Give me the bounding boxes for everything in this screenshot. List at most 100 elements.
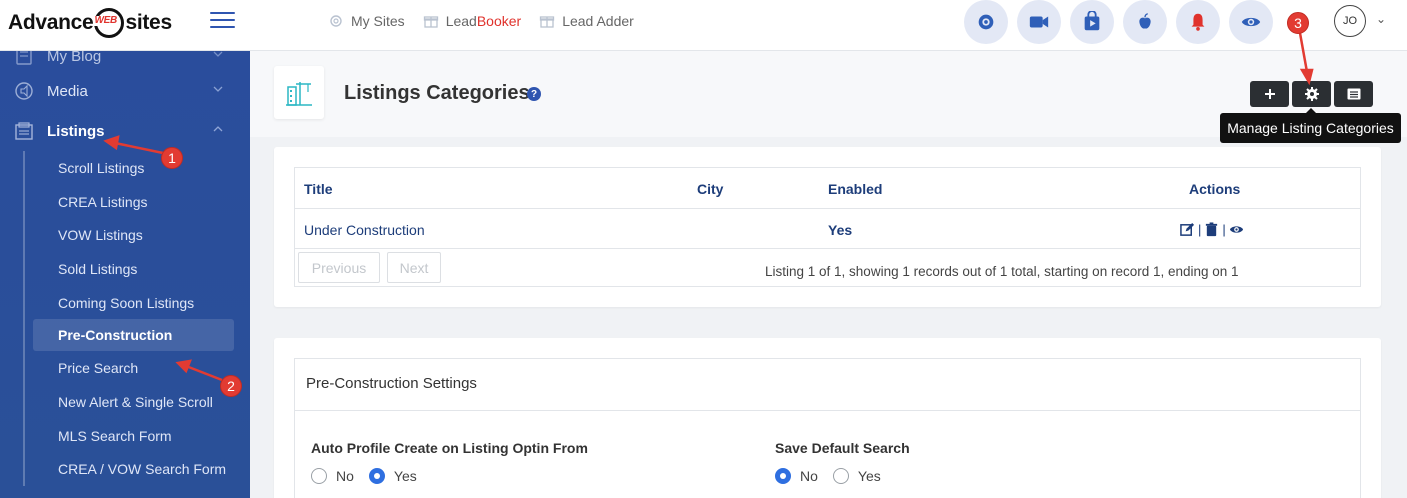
annotation-badge-1: 1 <box>161 147 183 169</box>
chevron-down-icon[interactable]: ⌄ <box>1376 12 1386 26</box>
leadbooker-label-b: Booker <box>476 13 522 29</box>
chevron-down-icon <box>213 86 223 92</box>
radio-label: No <box>800 468 818 484</box>
play-store-button[interactable] <box>1070 0 1114 44</box>
chevron-down-icon <box>213 51 223 57</box>
apple-icon <box>1139 13 1151 29</box>
notifications-button[interactable] <box>1176 0 1220 44</box>
page-header: Listings Categories ? Manage Listing Cat… <box>250 51 1407 143</box>
annotation-badge-3: 3 <box>1287 12 1309 34</box>
apple-button[interactable] <box>1123 0 1167 44</box>
sidebar-subitem-vow-listings[interactable]: VOW Listings <box>0 218 250 252</box>
separator: | <box>1198 222 1202 237</box>
sidebar-item-media[interactable]: Media <box>0 71 250 111</box>
column-header-actions: Actions <box>1189 181 1241 197</box>
gear-icon <box>330 15 342 27</box>
sidebar-item-my-blog[interactable]: My Blog <box>0 51 250 71</box>
help-icon[interactable]: ? <box>527 87 541 101</box>
eye-icon <box>1241 17 1261 27</box>
my-sites-label: My Sites <box>351 13 405 29</box>
sidebar-item-label: Listings <box>47 122 105 140</box>
sidebar-subitem-crea-vow-search-form[interactable]: CREA / VOW Search Form <box>0 453 250 487</box>
auto-profile-yes[interactable]: Yes <box>368 468 417 484</box>
gear-icon <box>1304 87 1319 101</box>
save-default-search-radio-group: No Yes <box>775 468 896 484</box>
radio-button[interactable] <box>832 468 849 484</box>
sidebar-subitem-scroll-listings[interactable]: Scroll Listings <box>0 151 250 185</box>
preview-button[interactable] <box>1229 0 1273 44</box>
sidebar-subitem-price-search[interactable]: Price Search <box>0 351 250 385</box>
my-sites-link[interactable]: My Sites <box>328 13 405 29</box>
sidebar-subitem-new-alert[interactable]: New Alert & Single Scroll <box>0 385 250 419</box>
sidebar: My Blog Media Listings Scroll Listings C… <box>0 51 250 498</box>
sidebar-subitem-sold-listings[interactable]: Sold Listings <box>0 252 250 286</box>
row-enabled: Yes <box>828 222 853 238</box>
list-icon <box>1347 88 1360 100</box>
leadbooker-link[interactable]: LeadBooker <box>423 13 522 29</box>
manage-categories-button[interactable] <box>1292 81 1331 107</box>
video-camera-icon <box>1029 16 1049 28</box>
settings-gear-icon <box>978 14 994 30</box>
previous-button[interactable]: Previous <box>298 252 380 283</box>
radio-button[interactable] <box>368 468 385 484</box>
auto-profile-radio-group: No Yes <box>311 468 432 484</box>
annotation-badge-2: 2 <box>220 375 242 397</box>
leadbooker-label-a: Lead <box>445 13 477 29</box>
radio-label: No <box>336 468 354 484</box>
trash-icon[interactable] <box>1204 222 1219 237</box>
quick-actions <box>964 0 1273 44</box>
video-button[interactable] <box>1017 0 1061 44</box>
logo-text-mid: WEB <box>93 15 118 26</box>
next-button[interactable]: Next <box>387 252 441 283</box>
categories-table: Title City Enabled Actions Under Constru… <box>294 167 1361 287</box>
bell-icon <box>1191 13 1205 31</box>
sidebar-subitem-crea-listings[interactable]: CREA Listings <box>0 185 250 219</box>
sidebar-subitem-mls-search-form[interactable]: MLS Search Form <box>0 419 250 453</box>
menu-toggle-icon[interactable] <box>210 12 235 32</box>
list-view-button[interactable] <box>1334 81 1373 107</box>
listings-icon <box>15 122 33 140</box>
lead-adder-link[interactable]: Lead Adder <box>539 13 634 29</box>
column-header-city[interactable]: City <box>697 181 723 197</box>
sidebar-item-listings[interactable]: Listings <box>0 111 250 151</box>
settings-gear-button[interactable] <box>964 0 1008 44</box>
sidebar-subitem-pre-construction[interactable]: Pre-Construction <box>33 319 234 352</box>
avatar[interactable]: JO <box>1334 5 1366 37</box>
save-default-search-label: Save Default Search <box>775 440 910 456</box>
column-header-enabled[interactable]: Enabled <box>828 181 882 197</box>
eye-icon[interactable] <box>1229 222 1244 237</box>
separator: | <box>1222 222 1226 237</box>
tooltip: Manage Listing Categories <box>1220 108 1401 143</box>
brand-logo[interactable]: Advance WEB sites <box>8 6 172 40</box>
save-default-yes[interactable]: Yes <box>832 468 881 484</box>
radio-label: Yes <box>393 468 417 484</box>
chevron-up-icon <box>213 126 223 132</box>
listings-submenu: Scroll Listings CREA Listings VOW Listin… <box>0 151 250 487</box>
logo-globe-icon: WEB <box>93 8 125 38</box>
pagination-row: Previous Next Listing 1 of 1, showing 1 … <box>295 249 1360 287</box>
auto-profile-label: Auto Profile Create on Listing Optin Fro… <box>311 440 588 456</box>
play-store-icon <box>1084 11 1100 31</box>
gift-icon <box>423 16 438 28</box>
sidebar-subitem-coming-soon[interactable]: Coming Soon Listings <box>0 286 250 320</box>
plus-icon <box>1264 89 1275 99</box>
lead-adder-label: Lead Adder <box>562 13 634 29</box>
sidebar-item-label: My Blog <box>47 51 102 65</box>
top-links: My Sites LeadBooker Lead Adder <box>328 13 634 29</box>
top-bar: Advance WEB sites My Sites LeadBooker Le… <box>0 0 1407 51</box>
radio-button[interactable] <box>311 468 327 484</box>
page-title: Listings Categories <box>344 82 530 104</box>
edit-icon[interactable] <box>1180 222 1195 237</box>
table-header-row: Title City Enabled Actions <box>295 168 1360 209</box>
settings-title: Pre-Construction Settings <box>295 359 1360 411</box>
sidebar-item-label: Media <box>47 82 88 100</box>
column-header-title[interactable]: Title <box>304 181 333 197</box>
logo-text-left: Advance <box>8 11 94 34</box>
radio-button[interactable] <box>775 468 791 484</box>
save-default-no[interactable]: No <box>775 468 818 484</box>
table-row: Under Construction Yes | | <box>295 209 1360 249</box>
logo-text-right: sites <box>125 11 172 34</box>
auto-profile-no[interactable]: No <box>311 468 354 484</box>
row-title[interactable]: Under Construction <box>304 222 425 238</box>
add-category-button[interactable] <box>1250 81 1289 107</box>
